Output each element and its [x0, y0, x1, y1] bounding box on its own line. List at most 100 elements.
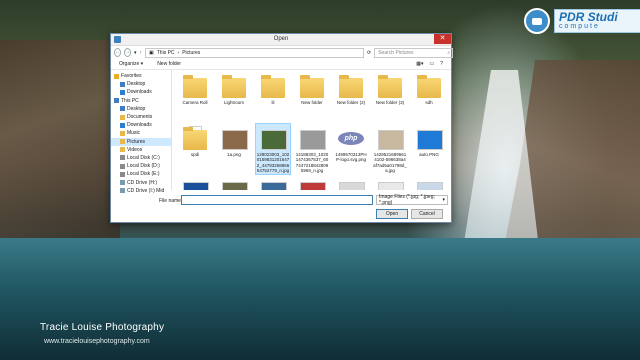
file-label: sdh — [425, 100, 433, 105]
new-folder-button[interactable]: New folder — [157, 61, 181, 67]
address-bar-row: ← → ▾ ↑ ▣ This PC › Pictures ⟳ Search Pi… — [111, 46, 454, 59]
file-tile[interactable]: 1a.png — [217, 124, 251, 157]
recent-locations-button[interactable]: ▾ — [134, 50, 137, 56]
php-logo: php — [338, 132, 364, 145]
view-options-icon[interactable]: ▦▾ — [416, 61, 423, 67]
file-label: Camera Roll — [182, 100, 208, 105]
image-preview — [222, 130, 248, 150]
close-button[interactable]: ✕ — [434, 34, 451, 44]
nav-item-label: Documents — [127, 114, 153, 121]
file-tile[interactable]: spdi — [178, 124, 212, 157]
dialog-title: Open — [273, 36, 289, 42]
nav-item[interactable]: This PC — [111, 97, 171, 105]
php-logo-thumbnail: php — [338, 124, 364, 152]
pc-icon: ▣ — [149, 49, 154, 56]
cancel-button[interactable]: Cancel — [411, 209, 443, 219]
star-icon — [114, 73, 119, 79]
file-tile[interactable] — [334, 176, 368, 190]
file-tile[interactable]: New folder (2) — [334, 72, 368, 105]
nav-item[interactable]: Music — [111, 129, 171, 137]
file-tile[interactable]: 14188303_10201474367537_6074472188428095… — [295, 124, 329, 174]
preview-pane-icon[interactable]: ▭ — [429, 61, 434, 67]
breadcrumb-this-pc[interactable]: This PC — [157, 50, 175, 56]
dialog-footer: File name: Image Files (*.jpg; *.jpeg; *… — [111, 192, 451, 222]
image-thumbnail — [260, 176, 287, 190]
up-button[interactable]: ↑ — [140, 50, 143, 56]
folder-shape — [183, 75, 207, 98]
search-input[interactable]: Search Pictures ⌕ — [374, 47, 454, 58]
video-icon — [120, 147, 125, 153]
image-preview — [300, 130, 326, 150]
refresh-icon[interactable]: ⟳ — [367, 50, 371, 56]
nav-item[interactable]: Documents — [111, 113, 171, 121]
logo-line2: compute — [559, 23, 600, 30]
file-list[interactable]: Camera Roll Lightroom lil New folder New fol… — [172, 70, 451, 190]
nav-item[interactable]: Downloads — [111, 88, 171, 96]
computer-icon — [114, 98, 119, 104]
image-preview — [300, 182, 326, 190]
image-thumbnail — [338, 176, 365, 190]
nav-item[interactable]: Local Disk (D:) — [111, 162, 171, 170]
nav-item[interactable]: Videos — [111, 146, 171, 154]
dialog-titlebar[interactable]: Open ✕ — [111, 34, 451, 46]
nav-item[interactable]: Local Disk (E:) — [111, 170, 171, 178]
filename-input[interactable] — [181, 195, 373, 205]
download-icon — [120, 122, 125, 128]
file-tile[interactable]: 128023003_10201598312016472_447832688665… — [255, 123, 291, 175]
back-button[interactable]: ← — [114, 48, 121, 57]
help-icon[interactable]: ? — [440, 61, 443, 67]
file-tile[interactable]: Camera Roll — [178, 72, 212, 105]
music-icon — [120, 130, 125, 136]
search-placeholder: Search Pictures — [378, 49, 414, 56]
file-tile[interactable] — [217, 176, 251, 190]
search-icon: ⌕ — [447, 49, 451, 56]
file-tile[interactable] — [256, 176, 290, 190]
image-preview — [378, 182, 404, 190]
nav-item[interactable]: Downloads — [111, 121, 171, 129]
navigation-pane[interactable]: Favorites Desktop Downloads This PC Desktop D… — [111, 70, 172, 194]
nav-item-label: Local Disk (C:) — [127, 154, 160, 161]
file-tile[interactable] — [178, 176, 212, 190]
nav-item-label: Downloads — [127, 122, 152, 129]
file-label: spdi — [190, 152, 200, 157]
watermark-logo: PDR Studi compute — [524, 8, 640, 34]
folder-icon — [416, 72, 442, 100]
file-tile[interactable]: New folder — [295, 72, 329, 105]
logo-line1: PDR Studi — [559, 10, 618, 24]
nav-item[interactable]: Desktop — [111, 80, 171, 88]
file-label: New folder (2) — [336, 100, 366, 105]
image-thumbnail — [260, 124, 287, 152]
nav-item[interactable]: Favorites — [111, 72, 171, 80]
file-tile[interactable]: New folder (3) — [373, 72, 407, 105]
image-preview — [378, 130, 404, 150]
nav-item[interactable]: CD Drive (H:) — [111, 178, 171, 186]
file-tile[interactable]: 14295216896614102-596638a4af7ad5a01798d_… — [373, 124, 407, 174]
folder-icon — [182, 124, 208, 152]
photographer-url: www.tracielouisephotography.com — [44, 338, 150, 345]
file-label: auto.PNG — [419, 152, 439, 157]
image-preview — [261, 130, 287, 150]
desktop-icon — [120, 106, 125, 112]
nav-item[interactable]: Pictures — [111, 137, 171, 146]
nav-item-label: CD Drive (H:) — [127, 179, 157, 186]
image-thumbnail — [416, 176, 443, 190]
file-tile[interactable] — [412, 176, 446, 190]
forward-button[interactable]: → — [124, 48, 131, 57]
file-tile[interactable] — [295, 176, 329, 190]
breadcrumb-pictures[interactable]: Pictures — [182, 50, 200, 56]
organize-button[interactable]: Organize ▾ — [119, 61, 143, 67]
file-tile[interactable] — [373, 176, 407, 190]
file-tile[interactable]: php 1499570313PHP-logo.svg.png — [334, 124, 368, 163]
file-tile[interactable]: lil — [256, 72, 290, 105]
file-tile[interactable]: Lightroom — [217, 72, 251, 105]
breadcrumb[interactable]: ▣ This PC › Pictures — [145, 47, 365, 58]
filetype-select[interactable]: Image Files (*.jpg; *.jpeg; *.png) ▾ — [376, 194, 448, 206]
folder-icon — [182, 72, 208, 100]
open-button[interactable]: Open — [376, 209, 408, 219]
nav-item-label: Desktop — [127, 105, 146, 112]
nav-item[interactable]: Local Disk (C:) — [111, 154, 171, 162]
file-tile[interactable]: auto.PNG — [412, 124, 446, 157]
file-tile[interactable]: sdh — [412, 72, 446, 105]
nav-item[interactable]: Desktop — [111, 105, 171, 113]
image-thumbnail — [299, 176, 326, 190]
